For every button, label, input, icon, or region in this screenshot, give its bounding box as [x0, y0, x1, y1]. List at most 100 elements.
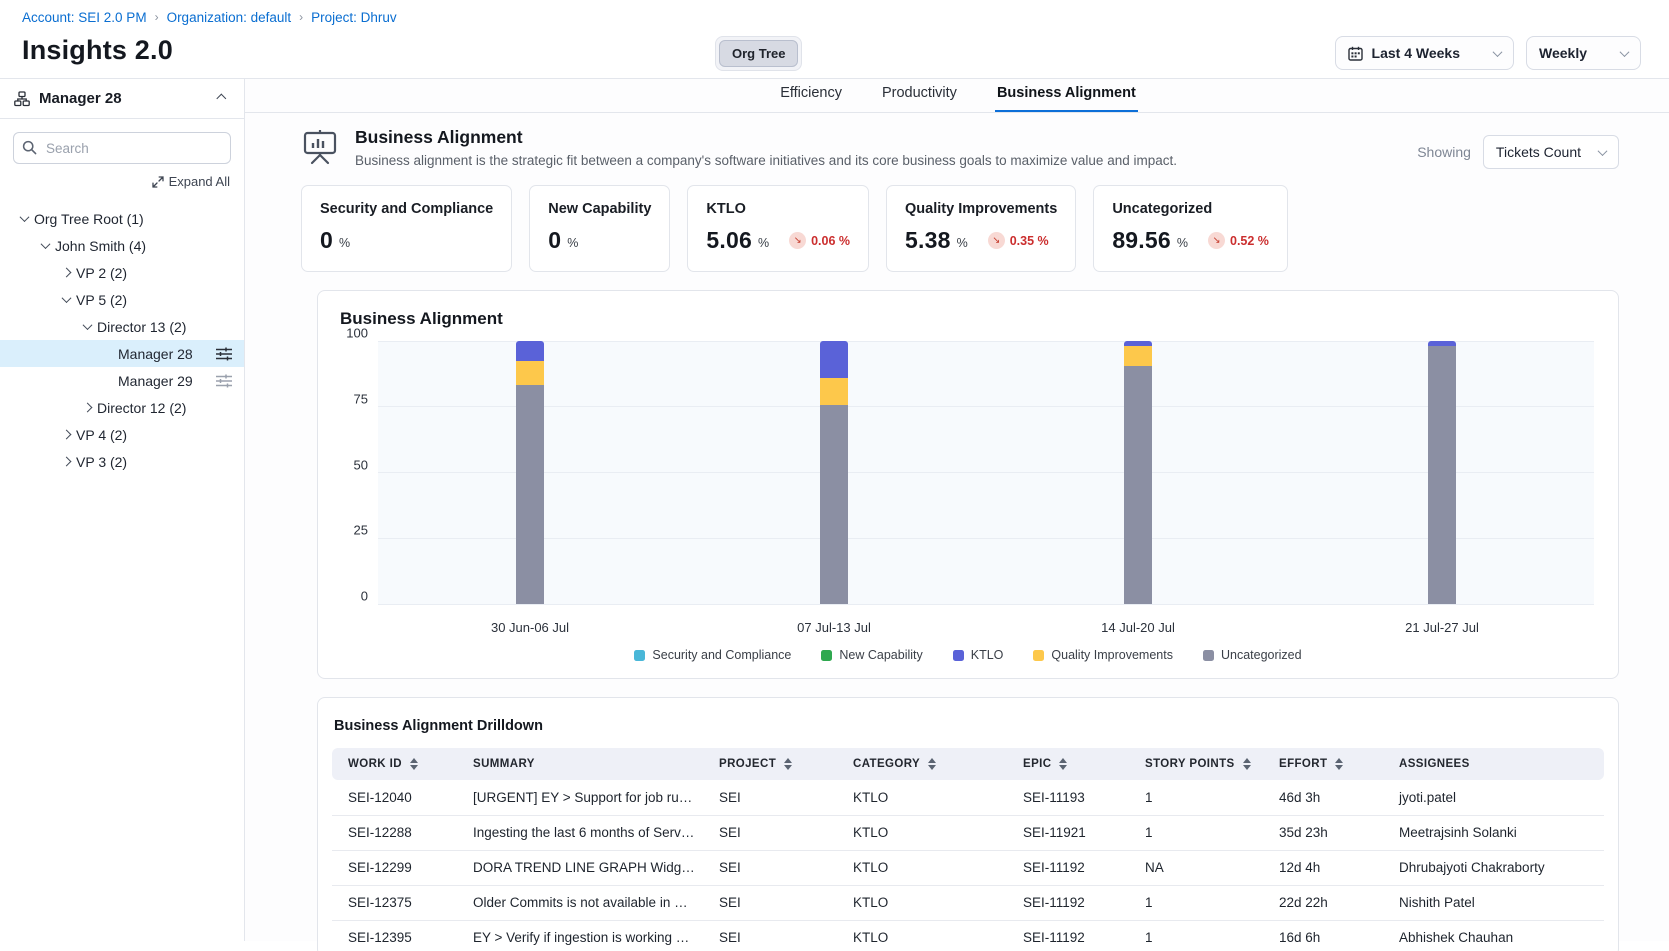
metric-card-value: 0	[548, 227, 561, 254]
tree-item-vp-5-2[interactable]: VP 5 (2)	[0, 286, 244, 313]
chart-bar-1[interactable]	[516, 341, 544, 604]
column-header-label: ASSIGNEES	[1399, 758, 1470, 770]
column-header-assignees: ASSIGNEES	[1383, 748, 1604, 780]
chevron-right-icon	[61, 430, 71, 440]
column-header-summary: SUMMARY	[457, 748, 703, 780]
bar-segment-uncategorized	[1124, 366, 1152, 604]
tree-item-director-13-2[interactable]: Director 13 (2)	[0, 313, 244, 340]
tree-item-vp-3-2[interactable]: VP 3 (2)	[0, 448, 244, 475]
breadcrumb-link-project[interactable]: Project: Dhruv	[311, 10, 397, 25]
tree-item-vp-2-2[interactable]: VP 2 (2)	[0, 259, 244, 286]
column-header-story-points[interactable]: STORY POINTS	[1129, 748, 1263, 780]
table-row[interactable]: SEI-12299DORA TREND LINE GRAPH Widgets i…	[332, 850, 1604, 885]
legend-item-ktlo[interactable]: KTLO	[953, 648, 1004, 662]
tree-toggle[interactable]	[14, 215, 34, 222]
chevron-down-icon	[40, 239, 50, 249]
column-header-epic[interactable]: EPIC	[1007, 748, 1129, 780]
metric-card-delta-value: 0.35 %	[1010, 234, 1049, 248]
metric-card-title: KTLO	[706, 201, 850, 217]
sort-icon[interactable]	[784, 758, 792, 770]
sort-icon[interactable]	[928, 758, 936, 770]
org-tree-button[interactable]: Org Tree	[719, 40, 798, 67]
legend-item-uncategorized[interactable]: Uncategorized	[1203, 648, 1302, 662]
bar-segment-quality-improvements	[1124, 346, 1152, 366]
legend-item-quality-improvements[interactable]: Quality Improvements	[1033, 648, 1173, 662]
tree-toggle[interactable]	[77, 323, 97, 330]
tree-toggle[interactable]	[56, 458, 76, 465]
chevron-up-icon	[216, 94, 226, 104]
tab-productivity[interactable]: Productivity	[880, 79, 959, 112]
tab-efficiency[interactable]: Efficiency	[778, 79, 844, 112]
metric-card-value: 5.38	[905, 227, 951, 254]
tree-toggle[interactable]	[56, 296, 76, 303]
main-content: Efficiency Productivity Business Alignment…	[245, 79, 1669, 941]
chart-bar-2[interactable]	[820, 341, 848, 604]
breadcrumb-separator-icon: ›	[155, 10, 159, 24]
tree-item-vp-4-2[interactable]: VP 4 (2)	[0, 421, 244, 448]
metric-card-unit: %	[567, 236, 578, 250]
sort-icon[interactable]	[410, 758, 418, 770]
filter-sliders-icon[interactable]	[216, 347, 232, 361]
chart-bar-3[interactable]	[1124, 341, 1152, 604]
column-header-category[interactable]: CATEGORY	[837, 748, 1007, 780]
tree-item-director-12-2[interactable]: Director 12 (2)	[0, 394, 244, 421]
column-header-label: EPIC	[1023, 758, 1051, 770]
sort-icon[interactable]	[1335, 758, 1343, 770]
breadcrumb-link-account[interactable]: Account: SEI 2.0 PM	[22, 10, 147, 25]
tree-item-manager-29[interactable]: Manager 29	[0, 367, 244, 394]
metric-card-title: Security and Compliance	[320, 201, 493, 217]
table-cell: 1	[1129, 780, 1263, 815]
chevron-down-icon	[1598, 146, 1608, 156]
search-input[interactable]	[13, 132, 231, 164]
trend-down-icon: ↘	[789, 232, 806, 249]
tree-toggle[interactable]	[35, 242, 55, 249]
sidebar-header: Manager 28	[0, 79, 244, 119]
chevron-down-icon	[1620, 47, 1630, 57]
filter-sliders-icon[interactable]	[216, 374, 232, 388]
column-header-work-id[interactable]: WORK ID	[332, 748, 457, 780]
table-row[interactable]: SEI-12375Older Commits is not available …	[332, 885, 1604, 920]
metric-card-ktlo: KTLO5.06%↘0.06 %	[687, 185, 869, 272]
legend-label: New Capability	[839, 648, 922, 662]
tree-item-john-smith-4[interactable]: John Smith (4)	[0, 232, 244, 259]
metric-card-security-and-compliance: Security and Compliance0%	[301, 185, 512, 272]
column-header-effort[interactable]: EFFORT	[1263, 748, 1383, 780]
tree-toggle[interactable]	[77, 404, 97, 411]
bar-segment-uncategorized	[516, 385, 544, 604]
tree-toggle[interactable]	[56, 431, 76, 438]
tree-item-manager-28[interactable]: Manager 28	[0, 340, 244, 367]
sort-icon[interactable]	[1059, 758, 1067, 770]
expand-all-button[interactable]: Expand All	[0, 170, 244, 197]
date-range-select[interactable]: Last 4 Weeks	[1335, 36, 1514, 70]
chart-panel: Business Alignment 0255075100 30 Jun-06 …	[317, 290, 1619, 679]
sidebar-collapse-button[interactable]	[208, 95, 228, 102]
chevron-right-icon	[82, 403, 92, 413]
legend-item-new-capability[interactable]: New Capability	[821, 648, 922, 662]
breadcrumb-link-organization[interactable]: Organization: default	[167, 10, 292, 25]
table-row[interactable]: SEI-12395EY > Verify if ingestion is wor…	[332, 920, 1604, 951]
table-cell: Older Commits is not available in SEI - …	[457, 885, 703, 920]
column-header-project[interactable]: PROJECT	[703, 748, 837, 780]
drilldown-panel: Business Alignment Drilldown WORK IDSUMM…	[317, 697, 1619, 951]
date-range-value: Last 4 Weeks	[1372, 45, 1460, 61]
tree-item-org-tree-root-1[interactable]: Org Tree Root (1)	[0, 205, 244, 232]
showing-select[interactable]: Tickets Count	[1483, 135, 1619, 169]
table-cell: KTLO	[837, 920, 1007, 951]
table-row[interactable]: SEI-12040[URGENT] EY > Support for job r…	[332, 780, 1604, 815]
chart-bar-4[interactable]	[1428, 341, 1456, 604]
legend-item-security-and-compliance[interactable]: Security and Compliance	[634, 648, 791, 662]
tab-business-alignment[interactable]: Business Alignment	[995, 79, 1138, 112]
table-row[interactable]: SEI-12288Ingesting the last 6 months of …	[332, 815, 1604, 850]
bar-segment-quality-improvements	[516, 361, 544, 385]
org-hierarchy-icon	[14, 91, 30, 107]
sort-icon[interactable]	[1243, 758, 1251, 770]
table-cell: SEI-12299	[332, 850, 457, 885]
top-controls: Last 4 Weeks Weekly	[1335, 36, 1641, 70]
tree-item-label: VP 2 (2)	[76, 265, 244, 281]
drilldown-title: Business Alignment Drilldown	[332, 712, 1604, 748]
table-cell: SEI	[703, 815, 837, 850]
granularity-select[interactable]: Weekly	[1526, 36, 1641, 70]
tree-toggle[interactable]	[56, 269, 76, 276]
org-tree-sidebar: Manager 28 Expand All Org Tree Root (1)J…	[0, 79, 245, 941]
chevron-down-icon	[19, 212, 29, 222]
